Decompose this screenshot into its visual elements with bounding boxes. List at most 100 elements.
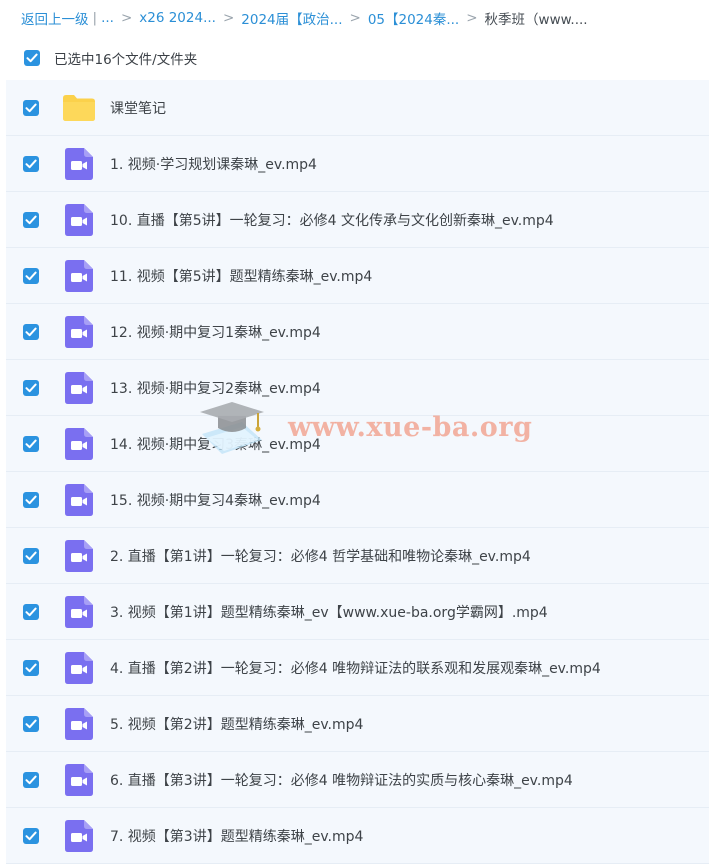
file-name[interactable]: 3. 视频【第1讲】题型精练秦琳_ev【www.xue-ba.org学霸网】.m… xyxy=(110,602,548,622)
row-checkbox[interactable] xyxy=(23,435,39,452)
check-icon xyxy=(25,663,37,672)
video-file-icon xyxy=(62,539,96,573)
file-name[interactable]: 课堂笔记 xyxy=(110,98,166,118)
video-file-icon xyxy=(62,819,96,853)
row-checkbox[interactable] xyxy=(23,547,39,564)
check-icon xyxy=(25,159,37,168)
check-icon xyxy=(25,719,37,728)
video-svg xyxy=(65,819,93,852)
check-icon xyxy=(26,53,38,63)
video-file-icon xyxy=(62,427,96,461)
check-icon xyxy=(25,271,37,280)
breadcrumb-item[interactable]: 05【2024秦... xyxy=(368,8,459,28)
check-icon xyxy=(25,103,37,112)
video-svg xyxy=(65,595,93,628)
row-checkbox[interactable] xyxy=(23,155,39,172)
video-file-icon xyxy=(62,595,96,629)
file-name[interactable]: 10. 直播【第5讲】一轮复习：必修4 文化传承与文化创新秦琳_ev.mp4 xyxy=(110,210,554,230)
video-svg xyxy=(65,539,93,572)
video-svg xyxy=(65,427,93,460)
file-row[interactable]: 14. 视频·期中复习3秦琳_ev.mp4 xyxy=(6,416,709,472)
folder-svg xyxy=(63,94,95,121)
select-all-checkbox[interactable] xyxy=(24,50,40,66)
file-name[interactable]: 1. 视频·学习规划课秦琳_ev.mp4 xyxy=(110,154,317,174)
check-icon xyxy=(25,327,37,336)
selection-count-label: 已选中16个文件/文件夹 xyxy=(54,52,198,68)
video-svg xyxy=(65,763,93,796)
back-link[interactable]: 返回上一级 xyxy=(21,8,89,28)
video-svg xyxy=(65,371,93,404)
video-file-icon xyxy=(62,259,96,293)
video-svg xyxy=(65,147,93,180)
file-row[interactable]: 4. 直播【第2讲】一轮复习：必修4 唯物辩证法的联系观和发展观秦琳_ev.mp… xyxy=(6,640,709,696)
file-name[interactable]: 5. 视频【第2讲】题型精练秦琳_ev.mp4 xyxy=(110,714,363,734)
video-file-icon xyxy=(62,371,96,405)
row-checkbox[interactable] xyxy=(23,323,39,340)
file-row[interactable]: 6. 直播【第3讲】一轮复习：必修4 唯物辩证法的实质与核心秦琳_ev.mp4 xyxy=(6,752,709,808)
file-row[interactable]: 2. 直播【第1讲】一轮复习：必修4 哲学基础和唯物论秦琳_ev.mp4 xyxy=(6,528,709,584)
video-svg xyxy=(65,651,93,684)
row-checkbox[interactable] xyxy=(23,659,39,676)
breadcrumb-separator: > xyxy=(120,10,133,26)
file-row[interactable]: 3. 视频【第1讲】题型精练秦琳_ev【www.xue-ba.org学霸网】.m… xyxy=(6,584,709,640)
file-row[interactable]: 10. 直播【第5讲】一轮复习：必修4 文化传承与文化创新秦琳_ev.mp4 xyxy=(6,192,709,248)
row-checkbox[interactable] xyxy=(23,267,39,284)
video-file-icon xyxy=(62,707,96,741)
folder-icon xyxy=(62,91,96,125)
file-row[interactable]: 1. 视频·学习规划课秦琳_ev.mp4 xyxy=(6,136,709,192)
file-row[interactable]: 12. 视频·期中复习1秦琳_ev.mp4 xyxy=(6,304,709,360)
video-svg xyxy=(65,483,93,516)
video-file-icon xyxy=(62,315,96,349)
row-checkbox[interactable] xyxy=(23,99,39,116)
video-file-icon xyxy=(62,147,96,181)
file-name[interactable]: 11. 视频【第5讲】题型精练秦琳_ev.mp4 xyxy=(110,266,372,286)
breadcrumb-separator: > xyxy=(222,10,235,26)
video-svg xyxy=(65,315,93,348)
selection-bar: 已选中16个文件/文件夹 xyxy=(0,36,709,80)
check-icon xyxy=(25,607,37,616)
row-checkbox[interactable] xyxy=(23,491,39,508)
row-checkbox[interactable] xyxy=(23,603,39,620)
video-file-icon xyxy=(62,203,96,237)
check-icon xyxy=(25,439,37,448)
video-file-icon xyxy=(62,651,96,685)
folder-row[interactable]: 课堂笔记 xyxy=(6,80,709,136)
file-name[interactable]: 4. 直播【第2讲】一轮复习：必修4 唯物辩证法的联系观和发展观秦琳_ev.mp… xyxy=(110,658,601,678)
check-icon xyxy=(25,383,37,392)
row-checkbox[interactable] xyxy=(23,771,39,788)
file-row[interactable]: 5. 视频【第2讲】题型精练秦琳_ev.mp4 xyxy=(6,696,709,752)
breadcrumb: 返回上一级 | ... > x26 2024... > 2024届【政治... … xyxy=(0,0,709,36)
video-svg xyxy=(65,203,93,236)
file-name[interactable]: 13. 视频·期中复习2秦琳_ev.mp4 xyxy=(110,378,321,398)
breadcrumb-separator: > xyxy=(466,10,478,26)
row-checkbox[interactable] xyxy=(23,715,39,732)
check-icon xyxy=(25,775,37,784)
file-row[interactable]: 7. 视频【第3讲】题型精练秦琳_ev.mp4 xyxy=(6,808,709,864)
video-file-icon xyxy=(62,763,96,797)
breadcrumb-separator: > xyxy=(349,10,361,26)
file-row[interactable]: 13. 视频·期中复习2秦琳_ev.mp4 xyxy=(6,360,709,416)
video-file-icon xyxy=(62,483,96,517)
file-name[interactable]: 15. 视频·期中复习4秦琳_ev.mp4 xyxy=(110,490,321,510)
check-icon xyxy=(25,831,37,840)
file-name[interactable]: 7. 视频【第3讲】题型精练秦琳_ev.mp4 xyxy=(110,826,363,846)
file-name[interactable]: 2. 直播【第1讲】一轮复习：必修4 哲学基础和唯物论秦琳_ev.mp4 xyxy=(110,546,531,566)
file-name[interactable]: 12. 视频·期中复习1秦琳_ev.mp4 xyxy=(110,322,321,342)
breadcrumb-item[interactable]: x26 2024... xyxy=(139,10,216,26)
check-icon xyxy=(25,551,37,560)
row-checkbox[interactable] xyxy=(23,827,39,844)
file-row[interactable]: 11. 视频【第5讲】题型精练秦琳_ev.mp4 xyxy=(6,248,709,304)
check-icon xyxy=(25,215,37,224)
row-checkbox[interactable] xyxy=(23,379,39,396)
breadcrumb-current: 秋季班（www.... xyxy=(484,12,588,28)
file-row[interactable]: 15. 视频·期中复习4秦琳_ev.mp4 xyxy=(6,472,709,528)
check-icon xyxy=(25,495,37,504)
breadcrumb-bar-separator: | xyxy=(92,10,98,26)
row-checkbox[interactable] xyxy=(23,211,39,228)
file-name[interactable]: 14. 视频·期中复习3秦琳_ev.mp4 xyxy=(110,434,321,454)
file-name[interactable]: 6. 直播【第3讲】一轮复习：必修4 唯物辩证法的实质与核心秦琳_ev.mp4 xyxy=(110,770,573,790)
breadcrumb-item[interactable]: 2024届【政治... xyxy=(241,8,342,28)
breadcrumb-ellipsis[interactable]: ... xyxy=(101,10,114,26)
video-svg xyxy=(65,259,93,292)
file-list: 课堂笔记 1. 视频·学习规划课秦琳_ev.mp4 10. 直播【第5讲】一轮复习：… xyxy=(6,80,709,864)
